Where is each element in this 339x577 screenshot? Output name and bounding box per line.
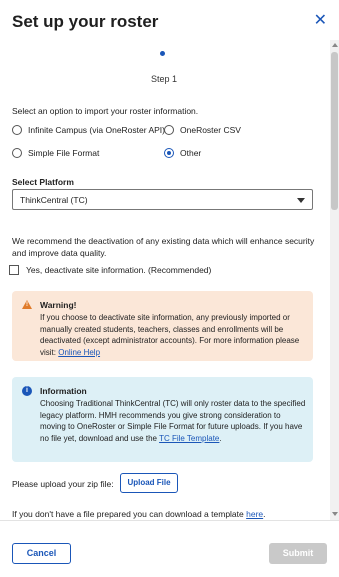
step-label: Step 1 [150,74,178,84]
online-help-link[interactable]: Online Help [58,348,100,357]
radio-simple-file-format[interactable]: Simple File Format [12,148,99,158]
warning-title: Warning! [40,300,77,310]
radio-infinite-campus[interactable]: Infinite Campus (via OneRoster API) [12,125,165,135]
cancel-button[interactable]: Cancel [12,543,71,564]
close-icon[interactable]: ✕ [314,12,327,30]
warning-icon: ! [22,300,32,309]
chevron-down-icon [297,198,305,203]
template-here-link[interactable]: here [246,509,263,519]
dialog-body[interactable]: Step 1 Select an option to import your r… [0,40,339,520]
deactivate-checkbox[interactable] [9,265,19,275]
radio-oneroster-csv[interactable]: OneRoster CSV [164,125,241,135]
info-icon: i [22,386,32,396]
template-text: If you don't have a file prepared you ca… [12,509,266,519]
information-suffix: . [219,433,222,443]
radio-label: OneRoster CSV [180,125,241,135]
information-box: i Information Choosing Traditional Think… [12,377,313,462]
information-body: Choosing Traditional ThinkCentral (TC) w… [40,398,306,444]
platform-label: Select Platform [12,177,74,187]
radio-label: Infinite Campus (via OneRoster API) [28,125,166,135]
radio-circle-selected [164,148,174,158]
platform-select[interactable]: ThinkCentral (TC) [12,189,313,210]
dialog-footer: Cancel Submit [0,520,339,577]
information-title: Information [40,386,87,396]
platform-select-value: ThinkCentral (TC) [20,195,88,205]
template-suffix: . [263,509,266,519]
scroll-up-icon[interactable] [332,43,338,47]
tc-file-template-link[interactable]: TC File Template [159,434,219,443]
radio-label: Simple File Format [28,148,100,158]
warning-body: If you choose to deactivate site informa… [40,312,306,358]
scrollbar-thumb[interactable] [331,52,338,210]
dialog-title: Set up your roster [12,12,159,31]
radio-circle [164,125,174,135]
radio-circle [12,125,22,135]
warning-box: ! Warning! If you choose to deactivate s… [12,291,313,361]
submit-button[interactable]: Submit [269,543,327,564]
template-prefix: If you don't have a file prepared you ca… [12,509,247,519]
radio-other[interactable]: Other [164,148,201,158]
import-prompt: Select an option to import your roster i… [12,106,199,116]
step-indicator-dot [160,51,165,56]
dialog-header: Set up your roster ✕ [0,0,339,40]
radio-label: Other [180,148,202,158]
radio-circle [12,148,22,158]
upload-file-button[interactable]: Upload File [120,473,178,493]
scroll-down-icon[interactable] [332,512,338,516]
deactivate-checkbox-label[interactable]: Yes, deactivate site information. (Recom… [26,265,211,275]
upload-label: Please upload your zip file: [12,479,114,489]
deactivate-recommendation: We recommend the deactivation of any exi… [12,236,315,258]
